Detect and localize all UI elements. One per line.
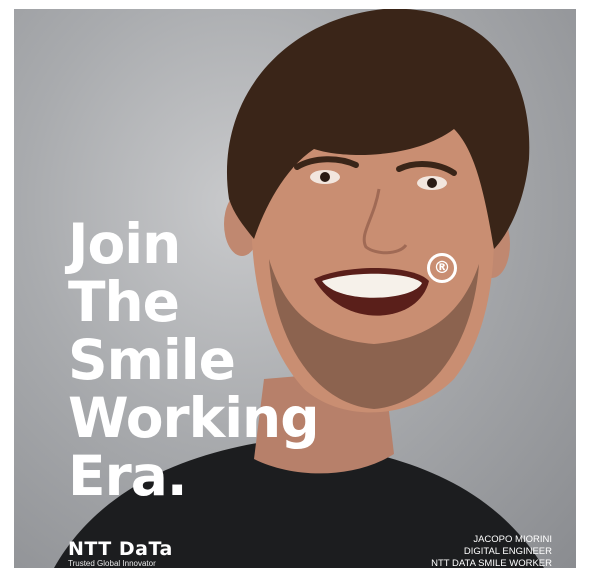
advertisement-poster: Join The Smile Working Era. ® NTT DaTa T… [14, 9, 576, 568]
logo-wordmark: NTT DaTa [68, 538, 173, 560]
headline-line: The [68, 270, 180, 334]
credit-team: NTT DATA SMILE WORKER [431, 558, 552, 568]
headline-line: Smile [68, 328, 236, 392]
headline-line: Working [68, 386, 320, 450]
credit-role: DIGITAL ENGINEER [463, 546, 552, 557]
headline-line: Era. [68, 444, 188, 508]
registered-mark-icon: ® [427, 253, 457, 283]
headline: Join The Smile Working Era. [68, 212, 320, 508]
logo-tagline: Trusted Global Innovator [68, 559, 156, 568]
credit-name: JACOPO MIORINI [473, 534, 552, 545]
ntt-data-logo: NTT DaTa Trusted Global Innovator [68, 540, 173, 568]
headline-line: Join [68, 212, 181, 276]
person-credit: JACOPO MIORINI DIGITAL ENGINEER NTT DATA… [431, 534, 552, 568]
